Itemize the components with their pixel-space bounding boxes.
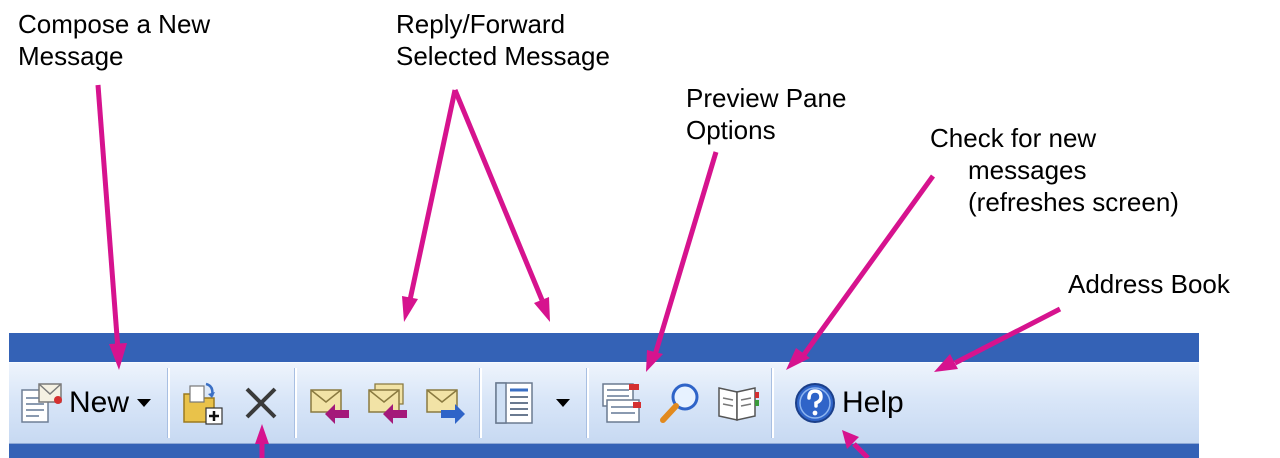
- move-to-folder-icon: [180, 380, 226, 426]
- chevron-down-icon: [556, 399, 571, 407]
- new-message-icon: [19, 380, 65, 426]
- reply-all-icon: [365, 380, 411, 426]
- address-book-button[interactable]: [709, 368, 767, 438]
- main-toolbar: New Help: [9, 362, 1199, 444]
- callout-reply-forward: Reply/Forward Selected Message: [396, 8, 610, 72]
- delete-button[interactable]: [232, 368, 290, 438]
- move-to-folder-button[interactable]: [174, 368, 232, 438]
- check-messages-button[interactable]: [593, 368, 651, 438]
- toolbar-separator: [586, 368, 590, 438]
- reply-all-button[interactable]: [359, 368, 417, 438]
- callout-preview-line2: Options: [686, 115, 776, 145]
- preview-pane-icon: [492, 380, 538, 426]
- callout-compose-line2: Message: [18, 41, 124, 71]
- check-messages-icon: [599, 380, 645, 426]
- callout-preview-pane: Preview Pane Options: [686, 82, 846, 146]
- callout-check-line3: (refreshes screen): [968, 187, 1179, 217]
- callout-reply-line1: Reply/Forward: [396, 9, 566, 39]
- chevron-down-icon: [137, 399, 152, 407]
- find-magnifier-icon: [657, 380, 703, 426]
- toolbar-separator: [771, 368, 775, 438]
- toolbar-separator: [479, 368, 483, 438]
- reply-button[interactable]: [301, 368, 359, 438]
- arrow-compose: [95, 84, 127, 370]
- callout-check-line2: messages: [968, 155, 1087, 185]
- new-button-label: New: [69, 386, 130, 419]
- preview-pane-button[interactable]: [486, 368, 544, 438]
- toolbar-separator: [294, 368, 298, 438]
- find-button[interactable]: [651, 368, 709, 438]
- callout-reply-line2: Selected Message: [396, 41, 610, 71]
- toolbar-separator: [167, 368, 171, 438]
- callout-compose-line1: Compose a New: [18, 9, 211, 39]
- callout-compose: Compose a New Message: [18, 8, 210, 72]
- forward-button[interactable]: [417, 368, 475, 438]
- callout-check-messages: Check for new messages (refreshes screen…: [930, 122, 1179, 218]
- arrow-forward: [452, 89, 550, 322]
- delete-x-icon: [238, 380, 284, 426]
- address-book-icon: [715, 380, 761, 426]
- new-button[interactable]: New: [9, 368, 135, 438]
- reply-icon: [307, 380, 353, 426]
- arrow-reply: [402, 89, 458, 322]
- preview-pane-dropdown-arrow[interactable]: [554, 368, 572, 438]
- callout-check-line1: Check for new: [930, 123, 1097, 153]
- callout-address-line1: Address Book: [1068, 269, 1230, 299]
- callout-address-book: Address Book: [1068, 268, 1230, 300]
- help-icon: [792, 380, 838, 426]
- new-dropdown-arrow[interactable]: [135, 368, 153, 438]
- forward-icon: [423, 380, 469, 426]
- callout-preview-line1: Preview Pane: [686, 83, 847, 113]
- help-button[interactable]: Help: [778, 368, 910, 438]
- help-button-label: Help: [842, 386, 904, 419]
